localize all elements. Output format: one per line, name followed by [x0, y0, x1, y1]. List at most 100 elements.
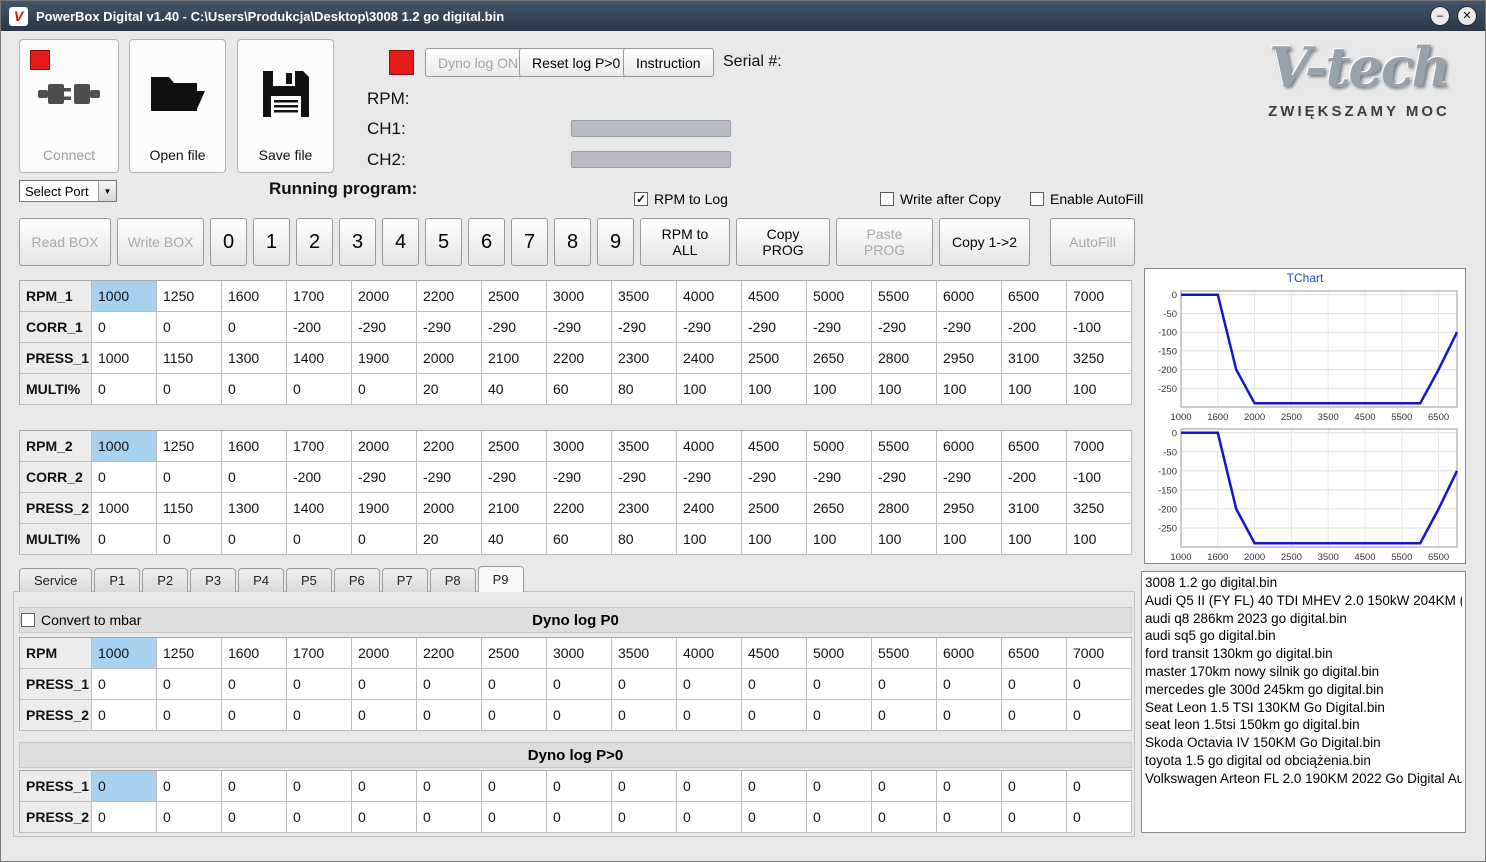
table-cell[interactable]: 3000	[547, 638, 612, 669]
table-cell[interactable]: 2650	[807, 343, 872, 374]
table-cell[interactable]: 100	[807, 374, 872, 405]
table-cell[interactable]: -290	[807, 462, 872, 493]
table-cell[interactable]: 1250	[157, 638, 222, 669]
table-cell[interactable]: 3500	[612, 638, 677, 669]
table-cell[interactable]: -290	[417, 462, 482, 493]
table-cell[interactable]: 2200	[417, 281, 482, 312]
write-after-copy-checkbox[interactable]: Write after Copy	[880, 191, 1001, 207]
table-cell[interactable]: 0	[807, 669, 872, 700]
save-file-button[interactable]: Save file	[237, 39, 334, 173]
table-cell[interactable]: 100	[677, 524, 742, 555]
table-cell[interactable]: 0	[1067, 669, 1132, 700]
tab-p3[interactable]: P3	[190, 568, 237, 592]
table-cell[interactable]: 60	[547, 374, 612, 405]
table-cell[interactable]: 0	[222, 312, 287, 343]
table-cell[interactable]: 100	[1067, 374, 1132, 405]
table-cell[interactable]: 0	[612, 700, 677, 731]
table-cell[interactable]: -290	[417, 312, 482, 343]
table-cell[interactable]: 0	[1067, 802, 1132, 833]
table-cell[interactable]: 5500	[872, 281, 937, 312]
table-cell[interactable]: 4500	[742, 281, 807, 312]
table-cell[interactable]: 80	[612, 374, 677, 405]
file-item[interactable]: Volkswagen Arteon FL 2.0 190KM 2022 Go D…	[1145, 770, 1462, 788]
table-cell[interactable]: 0	[482, 700, 547, 731]
table-cell[interactable]: 0	[742, 802, 807, 833]
table-cell[interactable]: 2100	[482, 343, 547, 374]
table-cell[interactable]: 0	[287, 771, 352, 802]
table-cell[interactable]: 0	[92, 374, 157, 405]
table-cell[interactable]: -100	[1067, 462, 1132, 493]
table-cell[interactable]: 20	[417, 374, 482, 405]
table-cell[interactable]: 0	[287, 700, 352, 731]
write-box-button[interactable]: Write BOX	[117, 218, 204, 266]
tab-service[interactable]: Service	[19, 568, 93, 592]
table-cell[interactable]: 0	[287, 524, 352, 555]
table-cell[interactable]: -290	[547, 312, 612, 343]
table-cell[interactable]: 0	[547, 669, 612, 700]
table-cell[interactable]: 2500	[482, 638, 547, 669]
instruction-button[interactable]: Instruction	[623, 48, 714, 77]
table-cell[interactable]: 2000	[352, 431, 417, 462]
table-cell[interactable]: 0	[287, 802, 352, 833]
table-cell[interactable]: 4500	[742, 431, 807, 462]
table-cell[interactable]: 2950	[937, 343, 1002, 374]
file-item[interactable]: seat leon 1.5tsi 150km go digital.bin	[1145, 716, 1462, 734]
table-cell[interactable]: 2500	[742, 343, 807, 374]
table-cell[interactable]: 0	[157, 802, 222, 833]
table-cell[interactable]: 3500	[612, 431, 677, 462]
table-cell[interactable]: 2000	[352, 638, 417, 669]
table-cell[interactable]: 5500	[872, 638, 937, 669]
table-cell[interactable]: 0	[352, 700, 417, 731]
table-cell[interactable]: 100	[1002, 524, 1067, 555]
table-cell[interactable]: 0	[157, 462, 222, 493]
table-cell[interactable]: 3250	[1067, 343, 1132, 374]
table-cell[interactable]: 0	[1067, 700, 1132, 731]
paste-prog-button[interactable]: Paste PROG	[836, 218, 933, 266]
table-cell[interactable]: 0	[807, 802, 872, 833]
table-cell[interactable]: 1150	[157, 343, 222, 374]
table-cell[interactable]: 2300	[612, 343, 677, 374]
table-cell[interactable]: 100	[1067, 524, 1132, 555]
table-cell[interactable]: 0	[222, 462, 287, 493]
close-button[interactable]: ✕	[1457, 6, 1477, 26]
table-cell[interactable]: 0	[157, 771, 222, 802]
chevron-down-icon[interactable]: ▼	[98, 181, 116, 201]
table-cell[interactable]: 2500	[482, 281, 547, 312]
table-cell[interactable]: 0	[482, 771, 547, 802]
table-cell[interactable]: -290	[742, 312, 807, 343]
table-cell[interactable]: 2800	[872, 493, 937, 524]
table-cell[interactable]: 0	[92, 312, 157, 343]
table-cell[interactable]: 0	[872, 700, 937, 731]
file-item[interactable]: mercedes gle 300d 245km go digital.bin	[1145, 681, 1462, 699]
table-cell[interactable]: 0	[157, 700, 222, 731]
table-cell[interactable]: 0	[222, 669, 287, 700]
table-cell[interactable]: 100	[872, 524, 937, 555]
table-cell[interactable]: -290	[872, 462, 937, 493]
tab-p1[interactable]: P1	[94, 568, 141, 592]
rpm-to-log-checkbox[interactable]: RPM to Log	[634, 191, 728, 207]
file-item[interactable]: Seat Leon 1.5 TSI 130KM Go Digital.bin	[1145, 699, 1462, 717]
table-cell[interactable]: 2200	[417, 431, 482, 462]
table-cell[interactable]: 6500	[1002, 638, 1067, 669]
table-cell[interactable]: 1300	[222, 493, 287, 524]
table-cell[interactable]: 0	[417, 771, 482, 802]
table-cell[interactable]: 1900	[352, 343, 417, 374]
digit-7-button[interactable]: 7	[511, 218, 548, 266]
digit-5-button[interactable]: 5	[425, 218, 462, 266]
table-cell[interactable]: -290	[742, 462, 807, 493]
table-cell[interactable]: 0	[287, 669, 352, 700]
table-cell[interactable]: 3000	[547, 281, 612, 312]
table-cell[interactable]: -290	[677, 312, 742, 343]
table-cell[interactable]: 5000	[807, 638, 872, 669]
file-item[interactable]: master 170km nowy silnik go digital.bin	[1145, 663, 1462, 681]
table-cell[interactable]: -290	[937, 312, 1002, 343]
table-cell[interactable]: -290	[612, 462, 677, 493]
table-cell[interactable]: 100	[872, 374, 937, 405]
enable-autofill-checkbox[interactable]: Enable AutoFill	[1030, 191, 1143, 207]
table-cell[interactable]: -290	[482, 462, 547, 493]
table-cell[interactable]: 20	[417, 524, 482, 555]
table-cell[interactable]: -290	[352, 312, 417, 343]
table-cell[interactable]: 0	[1002, 802, 1067, 833]
table-cell[interactable]: 0	[92, 771, 157, 802]
table-cell[interactable]: 2800	[872, 343, 937, 374]
